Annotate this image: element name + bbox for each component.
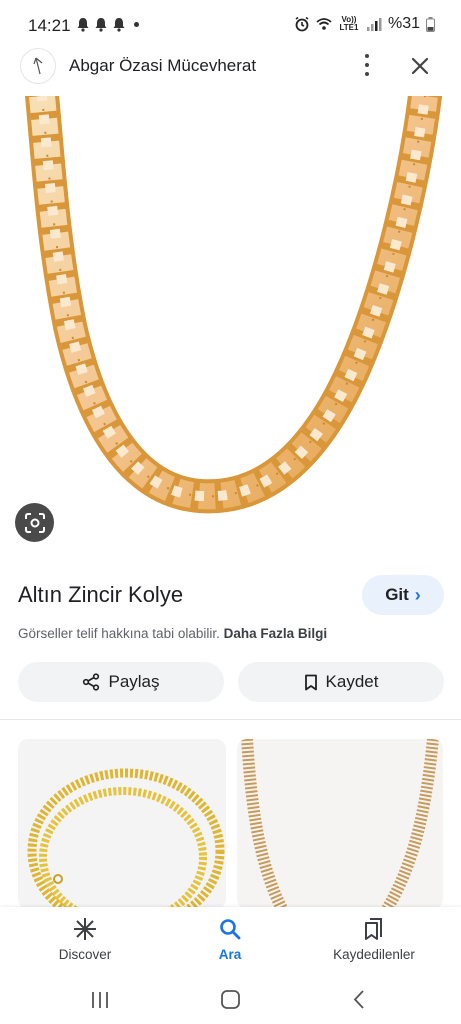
product-title: Altın Zincir Kolye [18, 582, 184, 607]
lens-icon[interactable] [15, 503, 54, 542]
share-button[interactable]: Paylaş [18, 662, 224, 702]
dot-icon [134, 22, 139, 27]
share-label: Paylaş [108, 672, 160, 691]
nav-search-label: Ara [218, 947, 242, 962]
signal-icon [366, 18, 382, 31]
save-label: Kaydet [325, 672, 379, 691]
battery-text: %31 [387, 15, 420, 32]
bell-icon [77, 18, 89, 32]
bottom-nav: Discover Ara Kaydedilenler [0, 907, 461, 977]
site-name[interactable]: Abgar Özasi Mücevherat [69, 56, 256, 76]
bell-icon [95, 18, 107, 32]
close-icon[interactable] [406, 52, 434, 80]
status-time: 14:21 [28, 16, 71, 35]
nav-search[interactable]: Ara [165, 917, 295, 962]
chevron-right-icon: › [414, 584, 421, 605]
more-vert-icon[interactable] [355, 52, 379, 78]
go-button-label: Git [385, 585, 409, 604]
go-button[interactable]: Git › [362, 575, 444, 615]
lte-label: Vo)) LTE1 [339, 15, 359, 32]
nav-discover-label: Discover [58, 947, 112, 962]
related-image-1[interactable] [18, 739, 226, 909]
home-icon[interactable] [220, 989, 241, 1010]
system-nav [0, 977, 461, 1024]
notification-icons [76, 17, 139, 32]
related-image-2[interactable] [237, 739, 443, 909]
wifi-icon [316, 18, 332, 30]
status-right: Vo)) LTE1 %31 [294, 15, 435, 33]
site-logo-icon[interactable] [20, 48, 56, 84]
copyright-text: Görseller telif hakkına tabi olabilir. [18, 626, 220, 641]
necklace-image[interactable] [0, 96, 461, 550]
bookmark-icon [304, 674, 317, 690]
alarm-icon [295, 16, 309, 32]
asterisk-icon [74, 918, 96, 940]
copyright-notice: Görseller telif hakkına tabi olabilir. D… [18, 626, 327, 641]
bell-icon [113, 18, 125, 32]
status-bar: 14:21 Vo)) LTE1 %31 [0, 0, 461, 50]
divider [0, 719, 461, 720]
bookmarks-icon [365, 918, 382, 940]
back-icon[interactable] [352, 989, 366, 1010]
nav-discover[interactable]: Discover [20, 917, 150, 962]
share-icon [83, 673, 100, 691]
nav-saved[interactable]: Kaydedilenler [309, 917, 439, 962]
battery-icon [426, 16, 435, 32]
save-button[interactable]: Kaydet [238, 662, 444, 702]
more-info-link[interactable]: Daha Fazla Bilgi [224, 626, 328, 641]
recent-apps-icon[interactable] [90, 990, 110, 1010]
header: Abgar Özasi Mücevherat [0, 44, 461, 92]
search-icon [220, 919, 241, 940]
nav-saved-label: Kaydedilenler [333, 947, 415, 962]
